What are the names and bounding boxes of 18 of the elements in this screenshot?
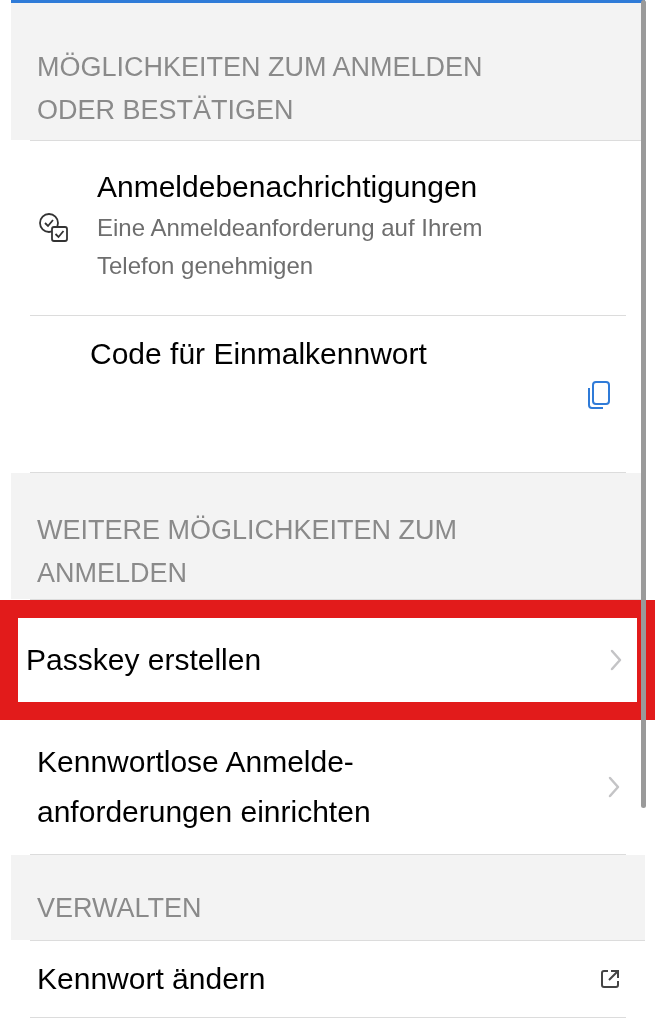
copy-icon[interactable] bbox=[587, 380, 611, 411]
external-link-icon bbox=[599, 968, 621, 990]
option-title: Kennwort ändern bbox=[37, 961, 266, 997]
section-header: WEITERE MÖGLICHKEITEN ZUM ANMELDEN bbox=[37, 514, 459, 590]
option-description: Eine Anmeldeanforderung auf Ihrem Telefon genehmigen bbox=[97, 213, 484, 281]
option-row[interactable]: Kennwort ändern bbox=[11, 941, 645, 1017]
option-row[interactable]: Anmeldebenachrichtigungen Eine Anmeldeanforderung auf Ihrem Telefon genehmigen bbox=[11, 141, 645, 315]
section-header: MÖGLICHKEITEN ZUM ANMELDEN ODER BESTÄTIGEN bbox=[37, 51, 484, 127]
option-title: Passkey erstellen bbox=[26, 642, 263, 678]
option-title: Anmeldebenachrichtigungen bbox=[97, 169, 479, 205]
option-title: Code für Einmalkennwort bbox=[90, 336, 427, 372]
option-row[interactable]: Code für Einmalkennwort bbox=[11, 316, 645, 472]
section-header: VERWALTEN bbox=[37, 892, 203, 925]
chevron-right-icon bbox=[609, 648, 623, 672]
option-title: Kennwortlose Anmelde-anforderungen einrichten bbox=[37, 744, 372, 830]
check-chat-icon bbox=[38, 211, 71, 245]
chevron-right-icon bbox=[607, 775, 621, 799]
option-row[interactable]: Kennwortlose Anmelde-anforderungen einrichten bbox=[11, 720, 645, 854]
